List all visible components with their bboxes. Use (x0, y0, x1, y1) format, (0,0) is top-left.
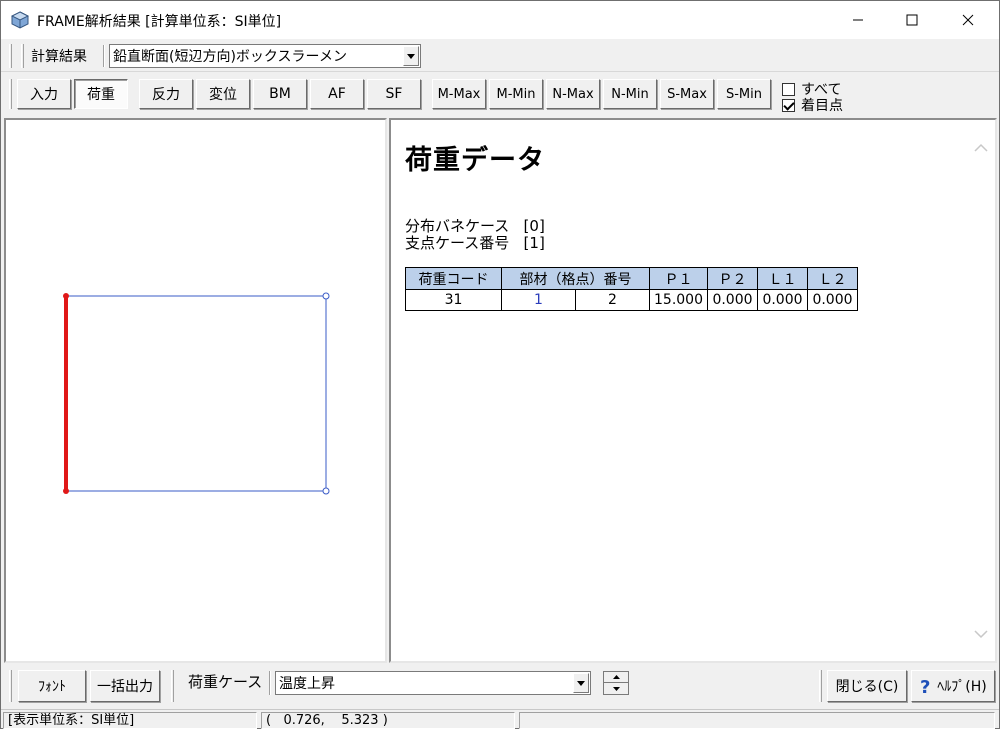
n-max-button[interactable]: N-Max (546, 79, 600, 109)
frame-diagram-pane[interactable] (4, 118, 387, 663)
page-title: 荷重データ (405, 145, 545, 176)
sf-button[interactable]: SF (367, 79, 421, 109)
title-bar: FRAME解析結果 [計算単位系：SI単位] (1, 1, 999, 39)
s-max-button[interactable]: S-Max (660, 79, 714, 109)
dropdown-arrow-icon (407, 53, 415, 59)
header-l2: Ｌ２ (807, 267, 858, 290)
toolbar-grip[interactable] (819, 670, 822, 702)
help-icon: ? (920, 677, 930, 695)
batch-output-button[interactable]: 一括出力 (90, 670, 160, 702)
view-mode-toolbar: 入力 荷重 反力 変位 BM AF SF M-Max M-Min N-Max N… (1, 73, 999, 117)
cell-l2: 0.000 (807, 289, 858, 311)
node-1 (63, 293, 69, 299)
frame-result-window: FRAME解析結果 [計算単位系：SI単位] 計算結果 鉛直断面(短辺方向)ボッ… (0, 0, 1000, 729)
node-2 (63, 488, 69, 494)
node-4 (322, 487, 330, 495)
n-min-button[interactable]: N-Min (603, 79, 657, 109)
cell-member-from: 1 (501, 289, 576, 311)
af-button[interactable]: AF (310, 79, 364, 109)
load-case-spinner[interactable] (603, 671, 629, 695)
toolbar-grip[interactable] (21, 44, 24, 68)
load-case-select[interactable]: 温度上昇 (275, 671, 591, 695)
window-title: FRAME解析結果 [計算単位系：SI単位] (37, 14, 282, 30)
support-case-text: 支点ケース番号 [1] (405, 234, 545, 252)
status-coordinates: ( 0.726, 5.323 ) (261, 712, 515, 729)
scroll-up-icon[interactable] (973, 142, 989, 154)
spin-up-icon (612, 675, 620, 679)
status-units: [表示単位系：SI単位] (3, 712, 257, 729)
close-icon (962, 14, 974, 26)
toolbar-grip[interactable] (9, 670, 12, 702)
bm-button[interactable]: BM (253, 79, 307, 109)
app-icon (11, 11, 29, 29)
load-case-label: 荷重ケース (188, 673, 263, 691)
check-focus-label: 着目点 (801, 98, 843, 114)
status-bar: [表示単位系：SI単位] ( 0.726, 5.323 ) (1, 709, 999, 729)
cell-l1: 0.000 (757, 289, 808, 311)
scroll-down-icon[interactable] (973, 628, 989, 640)
reaction-button[interactable]: 反力 (139, 79, 193, 109)
svg-text:?: ? (920, 677, 930, 695)
table-row: 31 1 2 15.000 0.000 0.000 0.000 (405, 289, 858, 311)
load-case-arrow[interactable] (573, 673, 589, 693)
cell-p2: 0.000 (707, 289, 758, 311)
calc-result-label: 計算結果 (31, 49, 87, 65)
font-button[interactable]: ﾌｫﾝﾄ (18, 670, 86, 702)
toolbar-separator (269, 671, 271, 695)
cell-p1: 15.000 (649, 289, 708, 311)
load-button[interactable]: 荷重 (74, 79, 128, 109)
minimize-icon (853, 19, 863, 21)
spin-up-button[interactable] (604, 672, 628, 683)
cell-member-to: 2 (575, 289, 650, 311)
status-empty (519, 712, 995, 729)
header-load-code: 荷重コード (405, 267, 502, 290)
node-3 (322, 292, 330, 300)
section-select-arrow[interactable] (403, 46, 419, 66)
cell-load-code: 31 (405, 289, 502, 311)
load-case-value: 温度上昇 (279, 676, 335, 692)
close-button[interactable]: 閉じる(C) (827, 670, 907, 702)
frame-diagram (63, 292, 330, 495)
minimize-button[interactable] (835, 1, 881, 39)
spin-down-button[interactable] (604, 683, 628, 694)
dropdown-arrow-icon (577, 680, 585, 686)
m-min-button[interactable]: M-Min (489, 79, 543, 109)
m-max-button[interactable]: M-Max (432, 79, 486, 109)
close-window-button[interactable] (945, 1, 991, 39)
maximize-icon (906, 14, 918, 26)
toolbar-separator (103, 45, 105, 67)
load-table: 荷重コード 部材（格点）番号 Ｐ１ Ｐ２ Ｌ１ Ｌ２ 31 1 2 15.000… (405, 267, 858, 311)
result-select-toolbar: 計算結果 鉛直断面(短辺方向)ボックスラーメン (1, 40, 999, 72)
load-data-pane: 荷重データ 分布バネケース [0] 支点ケース番号 [1] 荷重コード 部材（格… (389, 118, 997, 663)
help-button-label: ﾍﾙﾌﾟ(H) (937, 679, 987, 695)
table-header-row: 荷重コード 部材（格点）番号 Ｐ１ Ｐ２ Ｌ１ Ｌ２ (405, 267, 858, 290)
input-button[interactable]: 入力 (17, 79, 71, 109)
spin-down-icon (612, 686, 620, 691)
check-focus-point[interactable]: 着目点 (782, 95, 843, 115)
s-min-button[interactable]: S-Min (717, 79, 771, 109)
header-l1: Ｌ１ (757, 267, 808, 290)
header-p2: Ｐ２ (707, 267, 758, 290)
section-select-value: 鉛直断面(短辺方向)ボックスラーメン (113, 49, 347, 65)
header-p1: Ｐ１ (649, 267, 708, 290)
displacement-button[interactable]: 変位 (196, 79, 250, 109)
bottom-toolbar: ﾌｫﾝﾄ 一括出力 荷重ケース 温度上昇 閉じる(C) ? ﾍﾙﾌﾟ(H) (1, 664, 999, 708)
header-member-number: 部材（格点）番号 (501, 267, 650, 290)
check-focus-box[interactable] (782, 98, 795, 112)
help-button[interactable]: ? ﾍﾙﾌﾟ(H) (911, 670, 995, 702)
toolbar-grip[interactable] (171, 670, 174, 702)
section-select[interactable]: 鉛直断面(短辺方向)ボックスラーメン (109, 44, 421, 68)
check-all-box[interactable] (782, 82, 795, 96)
toolbar-grip[interactable] (9, 44, 12, 68)
maximize-button[interactable] (889, 1, 935, 39)
toolbar-grip[interactable] (9, 79, 12, 109)
